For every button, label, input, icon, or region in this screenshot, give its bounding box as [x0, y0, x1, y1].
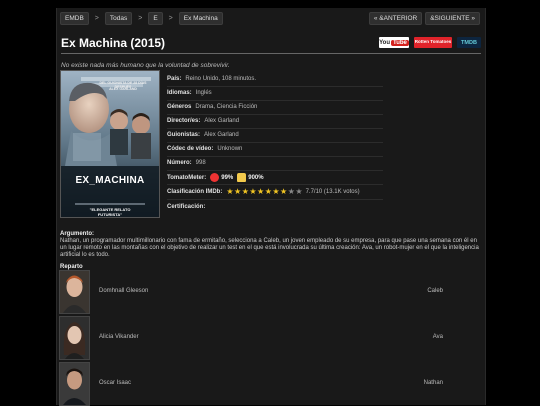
- rotten-tomatoes-link[interactable]: Rotten Tomatoes: [414, 37, 452, 48]
- info-value: Alex Garland: [204, 118, 240, 125]
- info-label: Director/es:: [167, 118, 201, 125]
- star-icon: ★: [226, 187, 234, 196]
- popcorn-icon: [237, 173, 247, 182]
- previous-button[interactable]: « &ANTERIOR: [368, 12, 423, 25]
- tmdb-link[interactable]: TMDB: [457, 37, 481, 48]
- breadcrumb-current[interactable]: Ex Machina: [178, 11, 223, 25]
- breadcrumb: EMDB > Todas > E > Ex Machina: [60, 11, 223, 25]
- movie-info: País: Reino Unido, 108 minutos. Idiomas:…: [167, 73, 383, 214]
- movie-poster: DEL GUIONISTA DE 28 DÍAS DESPUÉS ALEX GA…: [60, 70, 160, 218]
- imdb-star-rating: ★ ★ ★ ★ ★ ★ ★ ★ ★ ★: [226, 188, 302, 196]
- star-icon: ★: [295, 187, 303, 196]
- info-row-writers: Guionistas: Alex Garland: [167, 129, 383, 143]
- youtube-logo-you: You: [379, 39, 390, 46]
- star-icon: ★: [287, 187, 295, 196]
- info-label: Géneros: [167, 104, 192, 111]
- info-label: Número:: [167, 160, 192, 167]
- cast-name: Alicia Vikander: [99, 334, 139, 340]
- critics-score: 99%: [221, 174, 234, 181]
- info-value: 998: [195, 160, 206, 167]
- breadcrumb-separator: >: [168, 14, 173, 22]
- cast-role: Caleb: [427, 288, 443, 294]
- star-icon: ★: [241, 187, 249, 196]
- info-value: Inglés: [195, 90, 212, 97]
- poster-director-line: ALEX GARLAND: [109, 87, 137, 91]
- info-row-country: País: Reino Unido, 108 minutos.: [167, 73, 383, 87]
- breadcrumb-separator: >: [94, 14, 99, 22]
- info-row-genres: Géneros Drama, Ciencia Ficción: [167, 101, 383, 115]
- info-label: Códec de vídeo:: [167, 146, 214, 153]
- breadcrumb-separator: >: [138, 14, 143, 22]
- poster-title: EX_MACHINA: [75, 175, 145, 186]
- cast-photo: [59, 362, 90, 406]
- info-row-imdb: Clasificación IMDb: ★ ★ ★ ★ ★ ★ ★ ★ ★ ★ 7.7/10 (1…: [167, 186, 383, 200]
- youtube-link[interactable]: You Tube: [379, 37, 409, 48]
- info-label: Certificación:: [167, 203, 206, 210]
- cast-member[interactable]: Oscar Isaac Nathan: [59, 362, 483, 406]
- audience-score: 900%: [248, 174, 264, 181]
- star-icon: ★: [249, 187, 257, 196]
- info-row-directors: Director/es: Alex Garland: [167, 115, 383, 129]
- info-row-certification: Certificación:: [167, 200, 383, 213]
- cast-name: Domhnall Gleeson: [99, 288, 149, 294]
- info-label: TomatoMeter:: [167, 174, 207, 181]
- info-row-video-codec: Códec de vídeo: Unknown: [167, 143, 383, 157]
- tomato-icon: [210, 173, 220, 182]
- info-row-languages: Idiomas: Inglés: [167, 87, 383, 101]
- info-value: Reino Unido, 108 minutos.: [185, 76, 257, 83]
- cast-member[interactable]: Domhnall Gleeson Caleb: [59, 270, 483, 314]
- star-icon: ★: [272, 187, 280, 196]
- info-label: País:: [167, 76, 182, 83]
- info-value: Drama, Ciencia Ficción: [195, 104, 258, 111]
- cast-photo: [59, 316, 90, 360]
- movie-page: EMDB > Todas > E > Ex Machina « &ANTERIO…: [56, 8, 486, 406]
- youtube-logo-tube: Tube: [391, 39, 409, 46]
- cast-role: Ava: [432, 334, 443, 340]
- info-row-number: Número: 998: [167, 157, 383, 171]
- info-label: Idiomas:: [167, 90, 192, 97]
- star-icon: ★: [257, 187, 265, 196]
- info-label: Guionistas:: [167, 132, 201, 139]
- imdb-value: 7.7/10 (13.1K votos): [305, 189, 360, 195]
- title-divider: [61, 53, 481, 54]
- external-links: You Tube Rotten Tomatoes TMDB: [379, 37, 481, 48]
- breadcrumb-emdb[interactable]: EMDB: [60, 11, 89, 25]
- poster-image: [61, 71, 159, 217]
- cast-name: Oscar Isaac: [99, 380, 132, 386]
- info-label: Clasificación IMDb:: [167, 189, 223, 195]
- star-icon: ★: [264, 187, 272, 196]
- plot-text: Nathan, un programador multimillonario c…: [60, 238, 479, 259]
- navigation-buttons: « &ANTERIOR &SIGUIENTE »: [368, 12, 480, 25]
- info-value: Alex Garland: [204, 132, 239, 139]
- info-value: Unknown: [217, 146, 243, 153]
- next-button[interactable]: &SIGUIENTE »: [425, 12, 480, 25]
- cast-photo: [59, 270, 90, 314]
- info-row-tomatometer: TomatoMeter: 99% 900%: [167, 171, 383, 185]
- top-bar: EMDB > Todas > E > Ex Machina « &ANTERIO…: [57, 8, 485, 28]
- page-title: Ex Machina (2015): [61, 36, 166, 50]
- tagline: No existe nada más humano que la volunta…: [61, 62, 230, 69]
- star-icon: ★: [234, 187, 242, 196]
- plot-heading: Argumento:: [60, 231, 94, 237]
- breadcrumb-letter[interactable]: E: [148, 11, 163, 25]
- cast-member[interactable]: Alicia Vikander Ava: [59, 316, 483, 360]
- poster-quote: "ELEGANTE RELATO FUTURISTA": [89, 207, 131, 217]
- breadcrumb-todas[interactable]: Todas: [104, 11, 133, 25]
- star-icon: ★: [280, 187, 288, 196]
- cast-role: Nathan: [423, 380, 443, 386]
